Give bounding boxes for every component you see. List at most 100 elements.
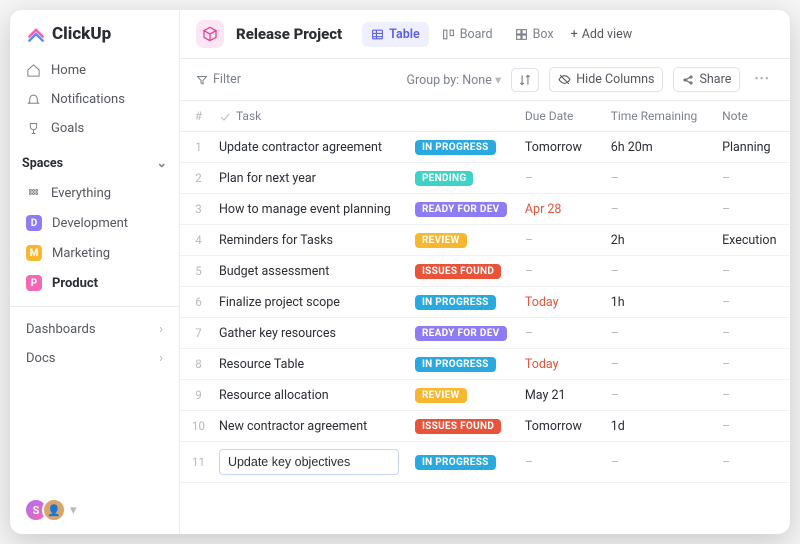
table-row[interactable]: 8Resource TableIN PROGRESSToday–– <box>180 349 790 380</box>
cell-note[interactable]: – <box>714 442 790 483</box>
col-header-task[interactable]: Task <box>213 101 407 132</box>
col-header-due[interactable]: Due Date <box>517 101 603 132</box>
sidebar-space-item[interactable]: MMarketing <box>16 238 173 268</box>
table-row[interactable]: 2Plan for next yearPENDING––– <box>180 163 790 194</box>
avatar-user-2[interactable]: 👤 <box>42 498 66 522</box>
table-row[interactable]: 3How to manage event planningREADY FOR D… <box>180 194 790 225</box>
cell-task[interactable]: Resource allocation <box>213 380 407 411</box>
group-by-dropdown[interactable]: Group by: None ▾ <box>406 72 501 88</box>
cell-note[interactable]: Execution <box>714 225 790 256</box>
chevron-down-icon[interactable]: ▾ <box>70 503 77 518</box>
cell-status[interactable]: READY FOR DEV <box>407 194 517 225</box>
cell-time[interactable]: – <box>603 194 714 225</box>
view-tab-board[interactable]: Board <box>433 22 502 47</box>
sort-button[interactable] <box>511 68 539 92</box>
nav-docs[interactable]: Docs › <box>16 344 173 373</box>
cell-status[interactable]: REVIEW <box>407 380 517 411</box>
brand-logo[interactable]: ClickUp <box>10 10 179 54</box>
share-button[interactable]: Share <box>673 67 740 92</box>
cell-status[interactable]: PENDING <box>407 163 517 194</box>
table-row[interactable]: 1Update contractor agreementIN PROGRESST… <box>180 132 790 163</box>
cell-note[interactable]: – <box>714 256 790 287</box>
cell-time[interactable]: 2h <box>603 225 714 256</box>
cell-time[interactable]: – <box>603 163 714 194</box>
cell-time[interactable]: – <box>603 380 714 411</box>
cell-task[interactable]: Gather key resources <box>213 318 407 349</box>
task-name-input[interactable] <box>219 449 399 475</box>
more-button[interactable]: ••• <box>750 68 774 91</box>
cell-note[interactable]: – <box>714 380 790 411</box>
cell-status[interactable]: IN PROGRESS <box>407 442 517 483</box>
chevron-down-icon: ▾ <box>495 73 501 88</box>
view-tab-table[interactable]: Table <box>362 22 429 47</box>
project-icon[interactable] <box>196 20 224 48</box>
sidebar-space-item[interactable]: PProduct <box>16 268 173 298</box>
cell-due[interactable]: Tomorrow <box>517 411 603 442</box>
cell-note[interactable]: – <box>714 163 790 194</box>
col-header-status[interactable] <box>407 101 517 132</box>
cell-task[interactable]: Update contractor agreement <box>213 132 407 163</box>
cell-status[interactable]: IN PROGRESS <box>407 132 517 163</box>
cell-time[interactable]: – <box>603 256 714 287</box>
cell-note[interactable]: – <box>714 194 790 225</box>
cell-status[interactable]: READY FOR DEV <box>407 318 517 349</box>
spaces-everything[interactable]: Everything <box>16 179 173 208</box>
table-row[interactable]: 4Reminders for TasksREVIEW–2hExecution <box>180 225 790 256</box>
cell-due[interactable]: Tomorrow <box>517 132 603 163</box>
cell-task[interactable]: Reminders for Tasks <box>213 225 407 256</box>
cell-time[interactable]: – <box>603 442 714 483</box>
filter-button[interactable]: Filter <box>196 72 241 87</box>
sidebar-space-item[interactable]: DDevelopment <box>16 208 173 238</box>
cell-status[interactable]: REVIEW <box>407 225 517 256</box>
cell-note[interactable]: Planning <box>714 132 790 163</box>
view-tab-box[interactable]: Box <box>506 22 563 47</box>
cell-task[interactable]: Plan for next year <box>213 163 407 194</box>
nav-home[interactable]: Home <box>16 56 173 85</box>
spaces-header[interactable]: Spaces ⌄ <box>10 145 179 177</box>
cell-time[interactable]: 1h <box>603 287 714 318</box>
nav-notifications[interactable]: Notifications <box>16 85 173 114</box>
cell-time[interactable]: – <box>603 349 714 380</box>
cell-time[interactable]: 1d <box>603 411 714 442</box>
cell-status[interactable]: IN PROGRESS <box>407 349 517 380</box>
table-row[interactable]: 5Budget assessmentISSUES FOUND––– <box>180 256 790 287</box>
cell-task[interactable]: Finalize project scope <box>213 287 407 318</box>
cell-due[interactable]: – <box>517 442 603 483</box>
cell-task[interactable]: Resource Table <box>213 349 407 380</box>
col-header-time[interactable]: Time Remaining <box>603 101 714 132</box>
col-header-task-label: Task <box>236 109 261 123</box>
cell-note[interactable]: – <box>714 349 790 380</box>
table-row[interactable]: 6Finalize project scopeIN PROGRESSToday1… <box>180 287 790 318</box>
cell-due[interactable]: Today <box>517 287 603 318</box>
cell-due[interactable]: Today <box>517 349 603 380</box>
cell-note[interactable]: – <box>714 318 790 349</box>
hide-columns-button[interactable]: Hide Columns <box>549 67 663 92</box>
table-row[interactable]: 9Resource allocationREVIEWMay 21–– <box>180 380 790 411</box>
cell-due[interactable]: – <box>517 163 603 194</box>
cell-task[interactable]: New contractor agreement <box>213 411 407 442</box>
table-row[interactable]: 7Gather key resourcesREADY FOR DEV––– <box>180 318 790 349</box>
nav-dashboards[interactable]: Dashboards › <box>16 315 173 344</box>
col-header-num[interactable]: # <box>180 101 213 132</box>
cell-task[interactable] <box>213 442 407 483</box>
cell-due[interactable]: – <box>517 256 603 287</box>
cell-task[interactable]: Budget assessment <box>213 256 407 287</box>
cell-time[interactable]: – <box>603 318 714 349</box>
cell-due[interactable]: – <box>517 318 603 349</box>
cell-due[interactable]: May 21 <box>517 380 603 411</box>
cell-status[interactable]: IN PROGRESS <box>407 287 517 318</box>
table-row[interactable]: 11IN PROGRESS––– <box>180 442 790 483</box>
cell-note[interactable]: – <box>714 287 790 318</box>
cell-status[interactable]: ISSUES FOUND <box>407 411 517 442</box>
cell-due[interactable]: – <box>517 225 603 256</box>
cell-due[interactable]: Apr 28 <box>517 194 603 225</box>
cell-status[interactable]: ISSUES FOUND <box>407 256 517 287</box>
cell-note[interactable]: – <box>714 411 790 442</box>
table-row[interactable]: 10New contractor agreementISSUES FOUNDTo… <box>180 411 790 442</box>
cell-task[interactable]: How to manage event planning <box>213 194 407 225</box>
nav-goals[interactable]: Goals <box>16 114 173 143</box>
task-table-wrap[interactable]: # Task Due Date Time Remaining Note 1Upd… <box>180 101 790 534</box>
add-view-button[interactable]: + Add view <box>571 22 633 47</box>
col-header-note[interactable]: Note <box>714 101 790 132</box>
cell-time[interactable]: 6h 20m <box>603 132 714 163</box>
